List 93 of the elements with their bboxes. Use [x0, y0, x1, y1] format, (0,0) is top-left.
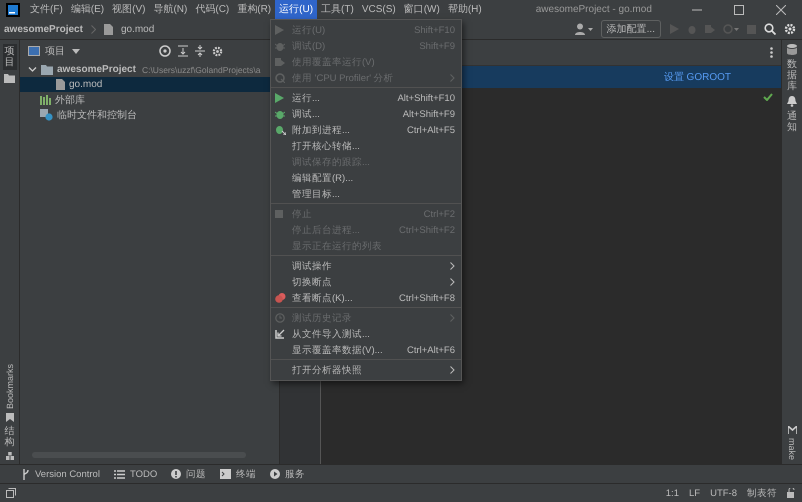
structure-tool-tab[interactable]: 结构	[4, 426, 14, 448]
line-ending[interactable]: LF	[688, 488, 700, 498]
menu-item[interactable]: 编辑配置(R)...	[271, 170, 461, 186]
file-encoding[interactable]: UTF-8	[710, 488, 737, 498]
clock-icon	[275, 313, 285, 323]
services-icon	[270, 469, 280, 479]
stop-icon	[275, 210, 283, 218]
search-icon[interactable]	[764, 23, 776, 35]
menu-item[interactable]: 编辑(E)	[66, 0, 108, 19]
terminal-icon	[220, 469, 232, 479]
structure-icon	[6, 452, 14, 460]
settings-icon[interactable]	[212, 46, 223, 56]
caret-position[interactable]: 1:1	[666, 488, 679, 498]
notification-bell-icon	[787, 96, 797, 107]
menu-item[interactable]: 文件(F)	[26, 0, 67, 19]
dropdown-caret-icon[interactable]	[72, 48, 80, 54]
menu-item[interactable]: 窗口(W)	[400, 0, 444, 19]
menu-item[interactable]: 切换断点	[271, 274, 461, 290]
bookmark-icon	[6, 413, 14, 422]
make-icon	[788, 426, 796, 434]
collapse-all-icon[interactable]	[195, 45, 205, 57]
project-tool-tab[interactable]: 项目	[2, 44, 16, 70]
bookmarks-tool-tab[interactable]: Bookmarks	[4, 364, 14, 409]
warning-icon	[171, 469, 182, 479]
folder-icon	[41, 64, 53, 74]
maximize-icon[interactable]	[734, 4, 744, 14]
menu-item[interactable]: 打开核心转储...	[271, 138, 461, 154]
run-icon	[275, 25, 284, 35]
app-logo-icon	[6, 2, 20, 16]
close-icon[interactable]	[776, 4, 786, 14]
set-goroot-link[interactable]: 设置 GOROOT	[664, 70, 731, 84]
library-icon	[40, 94, 51, 104]
more-icon[interactable]	[770, 47, 773, 58]
panel-title[interactable]: 项目	[45, 44, 65, 58]
import-icon	[275, 329, 285, 339]
tool-windows-icon[interactable]	[6, 488, 16, 498]
menu-item[interactable]: 代码(C)	[191, 0, 234, 19]
menu-item[interactable]: 运行... Alt+Shift+F10	[271, 90, 461, 106]
indent-setting[interactable]: 制表符	[747, 486, 777, 500]
add-configuration-button[interactable]: 添加配置...	[600, 20, 661, 38]
tree-item-label: go.mod	[69, 79, 102, 90]
menu-item[interactable]: 导航(N)	[149, 0, 192, 19]
menu-item[interactable]: 打开分析器快照	[271, 362, 461, 378]
database-icon	[787, 44, 797, 55]
attach-debugger-icon	[275, 125, 286, 135]
notifications-tool-tab[interactable]: 通知	[787, 111, 797, 133]
chevron-right-icon	[90, 24, 96, 34]
make-tool-tab[interactable]: make	[787, 438, 797, 460]
bug-icon	[275, 41, 285, 51]
file-icon	[56, 79, 65, 90]
breakpoints-icon	[275, 293, 286, 303]
menu-item[interactable]: 显示覆盖率数据(V)... Ctrl+Alt+F6	[271, 342, 461, 358]
menu-item[interactable]: 视图(V)	[108, 0, 150, 19]
bug-icon	[275, 109, 285, 119]
check-icon	[763, 93, 773, 101]
database-tool-tab[interactable]: 数据库	[787, 59, 797, 92]
project-icon	[28, 46, 40, 56]
lock-icon[interactable]	[787, 488, 796, 498]
tree-item-label: 临时文件和控制台	[57, 108, 137, 122]
breadcrumb-item[interactable]: awesomeProject	[4, 24, 83, 34]
tool-window-tab[interactable]: TODO	[114, 468, 158, 480]
expand-all-icon[interactable]	[178, 45, 188, 57]
menu-item[interactable]: 从文件导入测试...	[271, 326, 461, 342]
scratch-icon	[40, 108, 53, 120]
settings-icon[interactable]	[784, 23, 796, 35]
tool-window-tab[interactable]: 终端	[220, 468, 256, 480]
folder-icon	[4, 74, 15, 83]
file-icon	[104, 24, 113, 34]
project-path: C:\Users\uzzf\GolandProjects\a	[142, 64, 261, 74]
chevron-icon[interactable]	[28, 65, 37, 74]
menu-item[interactable]: 查看断点(K)... Ctrl+Shift+F8	[271, 290, 461, 306]
tool-window-tab[interactable]: Version Control	[22, 468, 100, 480]
menu-item[interactable]: 管理目标...	[271, 186, 461, 202]
user-icon[interactable]	[574, 23, 593, 35]
tool-window-tab[interactable]: 问题	[171, 468, 206, 480]
profiler-icon	[275, 73, 285, 83]
menu-item[interactable]: 运行(U)	[275, 0, 318, 19]
tool-window-tab[interactable]: 服务	[270, 468, 306, 480]
menu-item[interactable]: 重构(R)	[233, 0, 276, 19]
branch-icon	[22, 468, 30, 480]
menu-item[interactable]: VCS(S)	[358, 0, 400, 19]
menu-item[interactable]: 调试操作	[271, 258, 461, 274]
tree-item-label: awesomeProject	[57, 64, 136, 75]
menu-item[interactable]: 附加到进程... Ctrl+Alt+F5	[271, 122, 461, 138]
run-icon	[275, 93, 284, 103]
breadcrumb-item[interactable]: go.mod	[120, 24, 154, 34]
menu-item[interactable]: 帮助(H)	[444, 0, 486, 19]
locate-icon[interactable]	[159, 45, 171, 57]
menu-item[interactable]: 工具(T)	[317, 0, 358, 19]
list-icon	[114, 470, 125, 478]
window-title: awesomeProject - go.mod	[536, 4, 653, 15]
coverage-icon	[275, 57, 285, 67]
tree-item-label: 外部库	[55, 94, 85, 106]
